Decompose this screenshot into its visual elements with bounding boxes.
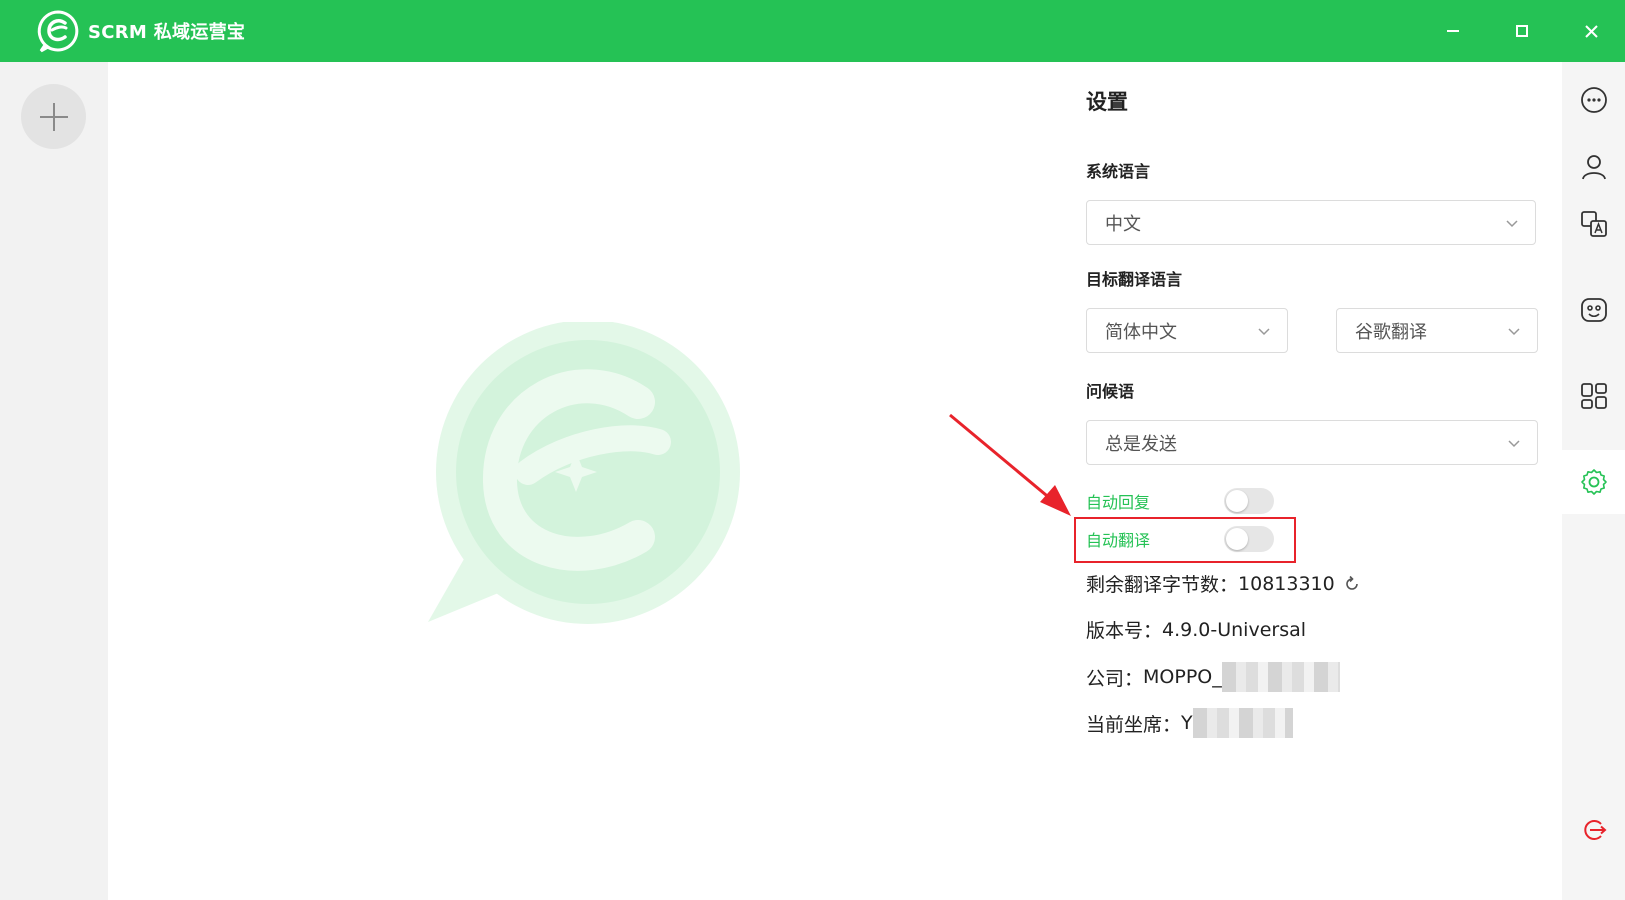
- target-language-value: 简体中文: [1105, 321, 1177, 343]
- auto-reply-toggle[interactable]: [1224, 488, 1274, 514]
- minimize-icon: [1447, 30, 1459, 32]
- chevron-down-icon: [1508, 328, 1520, 336]
- current-seat-line: 当前坐席： Y: [1086, 708, 1293, 738]
- maximize-icon: [1516, 25, 1528, 37]
- auto-reply-row: 自动回复: [1086, 488, 1274, 514]
- remaining-chars-label: 剩余翻译字节数：: [1086, 574, 1239, 596]
- greeting-value: 总是发送: [1105, 433, 1177, 455]
- contacts-button[interactable]: [1562, 139, 1625, 195]
- highlight-box: [1074, 517, 1296, 563]
- greeting-select[interactable]: 总是发送: [1086, 420, 1538, 465]
- current-seat-label: 当前坐席：: [1086, 713, 1182, 736]
- remaining-chars-line: 剩余翻译字节数： 10813310: [1086, 570, 1361, 597]
- app-title: SCRM 私域运营宝: [88, 22, 246, 43]
- settings-panel: 设置 系统语言 中文 目标翻译语言 简体中文 谷歌翻译 问候语 总是发送 自动回…: [1086, 62, 1556, 900]
- translation-engine-select[interactable]: 谷歌翻译: [1336, 308, 1538, 353]
- translate-icon: [1580, 211, 1607, 237]
- maximize-button[interactable]: [1505, 14, 1539, 48]
- watermark-logo-icon: [428, 322, 740, 624]
- plus-icon: [39, 102, 68, 131]
- logout-button[interactable]: [1562, 802, 1625, 858]
- more-chat-icon: [1580, 87, 1607, 113]
- chevron-down-icon: [1258, 328, 1270, 336]
- chevron-down-icon: [1508, 440, 1520, 448]
- redacted-blur: [1221, 662, 1340, 692]
- settings-title: 设置: [1086, 90, 1128, 114]
- gear-icon: [1580, 469, 1607, 495]
- refresh-icon[interactable]: [1343, 575, 1361, 593]
- remaining-chars-value: 10813310: [1238, 572, 1335, 595]
- ai-button[interactable]: [1562, 282, 1625, 338]
- add-account-button[interactable]: [21, 84, 86, 149]
- translation-engine-value: 谷歌翻译: [1355, 321, 1427, 343]
- title-bar: SCRM 私域运营宝: [0, 0, 1625, 62]
- system-language-label: 系统语言: [1086, 162, 1151, 181]
- minimize-button[interactable]: [1436, 14, 1470, 48]
- company-label: 公司：: [1086, 667, 1144, 690]
- auto-reply-label: 自动回复: [1086, 493, 1151, 512]
- target-translation-label: 目标翻译语言: [1086, 270, 1183, 289]
- left-rail: [0, 62, 108, 900]
- annotation-arrow-icon: [949, 413, 1071, 516]
- logout-icon: [1583, 820, 1607, 840]
- apps-icon: [1580, 383, 1607, 409]
- greeting-label: 问候语: [1086, 382, 1135, 401]
- company-value: MOPPO_: [1143, 666, 1222, 688]
- version-label: 版本号：: [1086, 620, 1163, 642]
- current-seat-value: Y: [1181, 712, 1193, 734]
- system-language-value: 中文: [1105, 213, 1141, 235]
- redacted-blur: [1192, 708, 1293, 738]
- app-logo-icon: [37, 10, 79, 53]
- user-icon: [1581, 155, 1606, 180]
- company-line: 公司： MOPPO_: [1086, 662, 1340, 692]
- translate-button[interactable]: [1562, 196, 1625, 252]
- toggle-knob: [1226, 490, 1248, 512]
- right-toolbar: [1562, 62, 1625, 900]
- more-chat-button[interactable]: [1562, 72, 1625, 128]
- version-value: 4.9.0-Universal: [1162, 618, 1307, 641]
- chevron-down-icon: [1506, 220, 1518, 228]
- close-button[interactable]: [1574, 14, 1608, 48]
- target-language-select[interactable]: 简体中文: [1086, 308, 1288, 353]
- system-language-select[interactable]: 中文: [1086, 200, 1536, 245]
- version-line: 版本号： 4.9.0-Universal: [1086, 616, 1306, 643]
- brain-icon: [1580, 298, 1607, 322]
- apps-button[interactable]: [1562, 368, 1625, 424]
- close-icon: [1584, 24, 1598, 38]
- settings-button[interactable]: [1562, 450, 1625, 514]
